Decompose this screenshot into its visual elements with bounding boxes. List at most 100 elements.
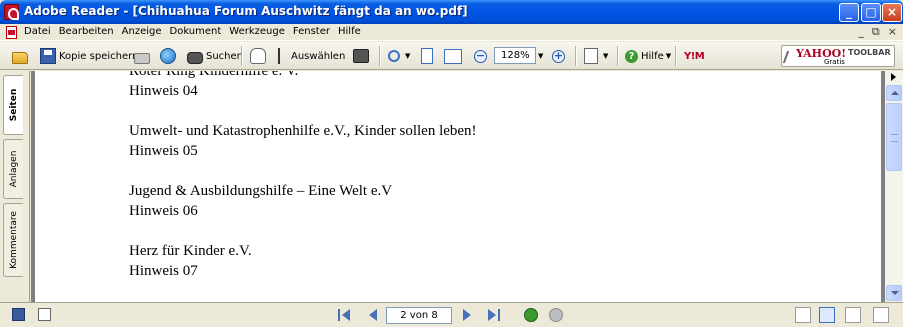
zoom-out-button[interactable]: − [474,46,490,66]
menu-hilfe[interactable]: Hilfe [338,26,361,37]
first-page-icon[interactable] [338,309,350,321]
attachment-icon[interactable] [38,308,51,321]
chevron-down-icon: ▼ [405,52,411,60]
vertical-scrollbar[interactable] [885,71,903,302]
menu-anzeige[interactable]: Anzeige [122,26,162,37]
yahoo-toolbar-button[interactable]: YAHOO! TOOLBAR Gratis [781,45,895,67]
doc-line [129,161,477,181]
toolbar-separator [617,46,619,66]
doc-line: Hinweis 05 [129,143,198,159]
navigation-pane: Seiten Anlagen Kommentare [0,71,30,302]
zoom-tool-button[interactable]: ▼ [388,46,410,66]
yahoo-messenger-button[interactable]: Y!M [684,46,705,66]
tab-seiten[interactable]: Seiten [3,75,23,135]
options-arrow-icon[interactable] [891,73,896,81]
folder-icon [12,51,28,64]
single-page-layout-icon[interactable] [795,307,811,323]
yahoo-gratis-label: Gratis [824,58,845,66]
yahoo-messenger-icon: Y!M [684,50,705,62]
search-label: Suchen [206,50,244,62]
scroll-down-button[interactable] [886,285,902,301]
text-cursor-icon [278,48,288,64]
page-thumbnail-icon[interactable] [12,308,25,321]
help-label: Hilfe [641,50,664,62]
fit-width-button[interactable] [444,46,465,66]
toolbar-separator [379,46,381,66]
pdf-document-icon[interactable] [6,26,17,39]
zoom-level-input[interactable]: 128% [494,47,536,64]
doc-line: Roter Ring Kinderhilfe e. V. [129,71,299,79]
scroll-up-button[interactable] [886,85,902,101]
continuous-layout-icon[interactable] [819,307,835,323]
doc-minimize-button[interactable]: _ [858,25,864,39]
search-button[interactable]: Suchen [187,46,243,66]
yahoo-toolbar-label: TOOLBAR [848,48,891,57]
pages-icon [584,48,598,64]
doc-line: Hinweis 06 [129,203,198,219]
menu-bar: Datei Bearbeiten Anzeige Dokument Werkze… [0,24,903,41]
minimize-button[interactable]: _ [839,3,859,22]
continuous-facing-layout-icon[interactable] [873,307,889,323]
facing-layout-icon[interactable] [845,307,861,323]
printer-icon [134,52,150,64]
close-button[interactable]: × [882,3,902,22]
pen-icon [782,51,796,63]
page-layout-button[interactable]: ▼ [584,46,608,66]
open-button[interactable] [12,46,31,66]
email-button[interactable] [160,46,179,66]
fit-width-icon [444,48,462,64]
doc-restore-button[interactable]: ⧉ [872,25,880,39]
forward-arrow-icon[interactable] [549,308,563,322]
last-page-icon[interactable] [488,309,500,321]
tab-anlagen-label: Anlagen [8,150,19,188]
window-title: Adobe Reader - [Chihuahua Forum Auschwit… [24,4,468,18]
email-globe-icon [160,48,176,64]
help-icon: ? [625,49,638,63]
hand-tool-button[interactable] [250,46,269,66]
save-copy-button[interactable]: Kopie speichern [40,46,138,66]
tab-kommentare-label: Kommentare [8,211,19,269]
title-bar: Adobe Reader - [Chihuahua Forum Auschwit… [0,0,903,24]
scroll-thumb[interactable] [886,103,902,171]
status-bar: 2 von 8 [0,302,903,327]
menu-dokument[interactable]: Dokument [170,26,222,37]
tab-anlagen[interactable]: Anlagen [3,139,23,199]
zoom-dropdown-button[interactable]: ▼ [536,46,543,66]
fit-page-button[interactable] [421,46,436,66]
maximize-button[interactable]: □ [861,3,881,22]
toolbar-separator [675,46,677,66]
help-button[interactable]: ? Hilfe ▼ [625,46,671,66]
binoculars-icon [187,51,203,64]
floppy-disk-icon [40,48,56,64]
doc-line: Jugend & Ausbildungshilfe – Eine Welt e.… [129,183,393,199]
doc-line [129,221,477,241]
minus-circle-icon: − [474,48,487,63]
previous-page-icon[interactable] [369,309,377,321]
back-arrow-icon[interactable] [524,308,538,322]
snapshot-button[interactable] [353,46,372,66]
toolbar: Kopie speichern Suchen Auswählen ▼ − 128… [0,42,903,70]
select-tool-button[interactable]: Auswählen [278,46,345,66]
print-button[interactable] [134,46,153,66]
menu-fenster[interactable]: Fenster [293,26,330,37]
plus-circle-icon: + [552,48,565,63]
menu-bearbeiten[interactable]: Bearbeiten [59,26,114,37]
chevron-down-icon: ▼ [603,52,609,60]
menu-datei[interactable]: Datei [24,26,51,37]
menu-werkzeuge[interactable]: Werkzeuge [229,26,285,37]
save-copy-label: Kopie speichern [59,50,139,62]
next-page-icon[interactable] [463,309,471,321]
page-number-input[interactable]: 2 von 8 [386,307,452,324]
document-page: Roter Ring Kinderhilfe e. V. Hinweis 04 … [35,71,881,302]
chevron-down-icon: ▼ [538,52,544,60]
chevron-down-icon: ▼ [665,52,672,60]
doc-line: Umwelt- und Katastrophenhilfe e.V., Kind… [129,123,477,139]
document-text: Roter Ring Kinderhilfe e. V. Hinweis 04 … [129,71,477,281]
zoom-in-button[interactable]: + [552,46,568,66]
document-view[interactable]: Roter Ring Kinderhilfe e. V. Hinweis 04 … [31,71,885,302]
doc-close-button[interactable]: × [888,25,897,39]
adobe-reader-icon [4,4,19,20]
camera-icon [353,49,369,63]
doc-line [129,101,477,121]
tab-kommentare[interactable]: Kommentare [3,203,23,277]
